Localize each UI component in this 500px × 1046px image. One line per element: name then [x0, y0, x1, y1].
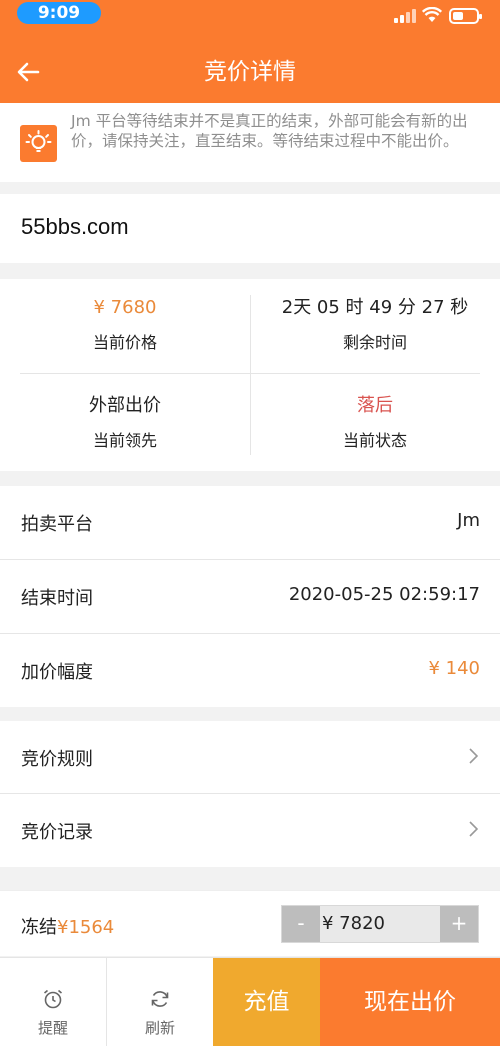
- remind-button[interactable]: 提醒: [0, 958, 106, 1046]
- bid-bar: 冻结¥1564 - ¥ 7820 +: [0, 890, 500, 956]
- bid-records-label: 竞价记录: [21, 822, 93, 843]
- wifi-icon: [422, 7, 442, 22]
- app-header: 9:09 竞价详情: [0, 0, 500, 103]
- chevron-right-icon: [469, 821, 478, 837]
- chevron-right-icon: [469, 748, 478, 764]
- battery-icon: [449, 8, 482, 24]
- current-leader-cell: 外部出价 当前领先: [10, 394, 240, 452]
- freeze-info: 冻结¥1564: [21, 913, 114, 939]
- domain-name: 55bbs.com: [21, 214, 129, 239]
- current-leader-label: 当前领先: [92, 431, 157, 450]
- end-time-value: 2020-05-25 02:59:17: [288, 584, 480, 605]
- freeze-amount: ¥1564: [57, 917, 115, 938]
- divider: [250, 295, 251, 455]
- page-title: 竞价详情: [204, 59, 296, 85]
- lightbulb-icon: [20, 125, 57, 162]
- current-leader-value: 外部出价: [89, 395, 161, 416]
- end-time-label: 结束时间: [21, 588, 93, 609]
- bottom-action-bar: 提醒 刷新 充值 现在出价: [0, 957, 500, 1046]
- refresh-label: 刷新: [144, 1019, 175, 1037]
- increment-label: 加价幅度: [21, 662, 93, 683]
- bid-now-button[interactable]: 现在出价: [320, 958, 500, 1046]
- end-time-row: 结束时间 2020-05-25 02:59:17: [0, 560, 500, 633]
- increment-value: ¥ 140: [428, 658, 480, 679]
- auction-info: 拍卖平台 Jm 结束时间 2020-05-25 02:59:17 加价幅度 ¥ …: [0, 486, 500, 707]
- bid-rules-label: 竞价规则: [21, 749, 93, 770]
- notice-text: Jm 平台等待结束并不是真正的结束，外部可能会有新的出价，请保持关注，直至结束。…: [71, 112, 468, 150]
- current-status-label: 当前状态: [342, 431, 407, 450]
- notice-banner: Jm 平台等待结束并不是真正的结束，外部可能会有新的出价，请保持关注，直至结束。…: [0, 103, 500, 182]
- bid-records-row[interactable]: 竞价记录: [0, 794, 500, 867]
- bid-amount-input[interactable]: ¥ 7820: [322, 913, 385, 934]
- signal-icon: [394, 9, 416, 23]
- current-price-label: 当前价格: [92, 333, 157, 352]
- freeze-label: 冻结: [21, 917, 57, 938]
- current-price-cell: ¥ 7680 当前价格: [10, 296, 240, 354]
- platform-value: Jm: [457, 510, 480, 531]
- remaining-time-value: 2天 05 时 49 分 27 秒: [281, 297, 469, 318]
- refresh-icon: [151, 991, 169, 1007]
- refresh-button[interactable]: 刷新: [107, 958, 213, 1046]
- divider: [20, 373, 480, 374]
- current-status-value: 落后: [357, 395, 393, 416]
- remaining-time-cell: 2天 05 时 49 分 27 秒 剩余时间: [260, 296, 490, 354]
- increment-row: 加价幅度 ¥ 140: [0, 634, 500, 707]
- auction-links: 竞价规则 竞价记录: [0, 721, 500, 867]
- increase-button[interactable]: +: [440, 906, 478, 942]
- current-status-cell: 落后 当前状态: [260, 394, 490, 452]
- recharge-button[interactable]: 充值: [213, 958, 320, 1046]
- remaining-time-label: 剩余时间: [342, 333, 407, 352]
- auction-stats: ¥ 7680 当前价格 2天 05 时 49 分 27 秒 剩余时间 外部出价 …: [0, 279, 500, 471]
- platform-label: 拍卖平台: [21, 514, 93, 535]
- current-price-value: ¥ 7680: [93, 297, 157, 318]
- decrease-button[interactable]: -: [282, 906, 320, 942]
- bid-rules-row[interactable]: 竞价规则: [0, 721, 500, 794]
- domain-card: 55bbs.com: [0, 194, 500, 263]
- status-time: 9:09: [17, 2, 101, 24]
- remind-label: 提醒: [37, 1019, 68, 1037]
- platform-row: 拍卖平台 Jm: [0, 486, 500, 559]
- status-bar: 9:09: [0, 0, 500, 34]
- bid-amount-stepper: - ¥ 7820 +: [281, 905, 479, 943]
- alarm-clock-icon: [43, 989, 63, 1009]
